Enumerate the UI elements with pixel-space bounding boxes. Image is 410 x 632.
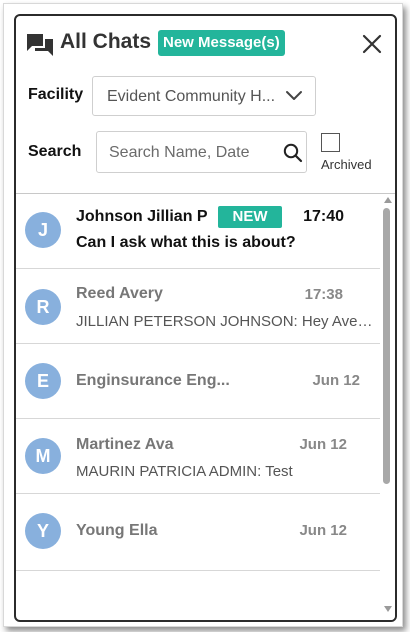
chat-time: Jun 12 [299,522,347,539]
avatar: Y [25,513,61,549]
chat-list-item[interactable]: J Johnson Jillian P NEW 17:40 Can I ask … [16,194,380,269]
new-messages-badge: New Message(s) [158,30,285,56]
facility-label: Facility [28,86,84,103]
chat-list-item[interactable]: R Reed Avery 17:38 JILLIAN PETERSON JOHN… [16,269,380,344]
chat-preview: MAURIN PATRICIA ADMIN: Test [76,463,293,480]
chat-name: Enginsurance Eng... [76,372,230,389]
chat-preview: Can I ask what this is about? [76,234,296,251]
chat-list-item[interactable]: M Martinez Ava Jun 12 MAURIN PATRICIA AD… [16,419,380,494]
scroll-down-arrow-icon[interactable] [384,606,392,612]
archived-label: Archived [321,157,372,172]
facility-selected-value: Evident Community H... [107,88,276,105]
close-icon[interactable] [361,33,383,55]
chat-name: Young Ella [76,522,158,539]
chat-header: All Chats New Message(s) Facility Eviden… [16,16,395,194]
chat-panel: All Chats New Message(s) Facility Eviden… [14,14,397,622]
search-box [96,131,307,173]
chat-name: Reed Avery [76,285,163,302]
archived-checkbox[interactable] [321,133,340,152]
chat-list-item[interactable]: E Enginsurance Eng... Jun 12 [16,344,380,419]
avatar: R [25,289,61,325]
chat-list: J Johnson Jillian P NEW 17:40 Can I ask … [16,194,380,620]
chat-name: Johnson Jillian P [76,208,208,225]
page-title: All Chats [60,30,152,53]
chat-window-frame: All Chats New Message(s) Facility Eviden… [3,3,403,627]
chat-list-item[interactable]: Y Young Ella Jun 12 [16,494,380,571]
search-label: Search [28,143,82,160]
facility-select[interactable]: Evident Community H... [92,76,316,116]
chat-time: 17:40 [303,208,344,225]
chat-time: 17:38 [304,286,343,303]
search-input[interactable] [107,142,271,164]
chat-time: Jun 12 [299,436,347,453]
avatar: E [25,363,61,399]
scrollbar-thumb[interactable] [383,208,390,484]
scrollbar[interactable] [380,194,395,620]
chat-bubbles-icon [27,34,53,56]
avatar: J [25,212,61,248]
chat-preview: JILLIAN PETERSON JOHNSON: Hey Avery... [76,313,373,330]
chat-name: Martinez Ava [76,436,174,453]
new-badge: NEW [218,206,282,228]
avatar: M [25,438,61,474]
chevron-down-icon [286,91,302,100]
scroll-up-arrow-icon[interactable] [384,197,392,203]
chat-time: Jun 12 [312,372,360,389]
search-icon[interactable] [283,143,303,163]
